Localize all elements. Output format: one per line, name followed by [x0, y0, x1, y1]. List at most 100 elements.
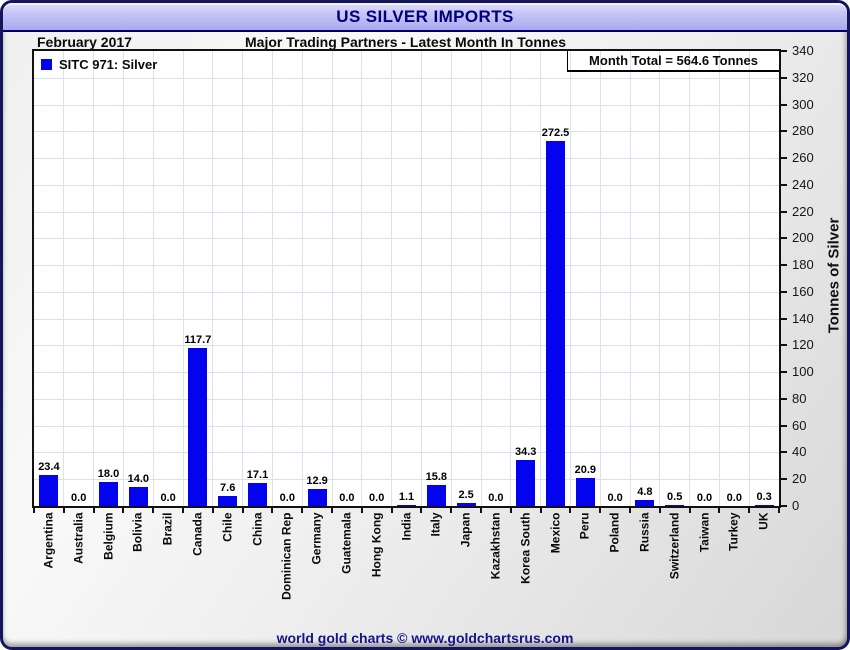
x-axis-tick — [599, 508, 602, 513]
chart-window: US SILVER IMPORTS February 2017 Major Tr… — [0, 0, 850, 650]
y-tick-label: 60 — [792, 417, 807, 433]
bar-value-label: 34.3 — [514, 446, 537, 458]
y-tick-label: 340 — [792, 43, 814, 58]
y-axis-tick — [780, 424, 787, 427]
bar — [575, 478, 595, 506]
v-gridline — [242, 51, 244, 506]
y-tick-label: 220 — [792, 203, 814, 219]
x-axis-tick — [569, 508, 572, 513]
h-gridline — [34, 238, 779, 240]
y-axis-tick — [780, 76, 787, 79]
x-tick-label: Chile — [220, 512, 235, 542]
v-gridline — [599, 51, 601, 506]
y-axis-tick — [780, 317, 787, 320]
y-axis-tick — [780, 451, 787, 454]
x-tick-label: Russia — [637, 512, 652, 552]
bar-value-label: 0.3 — [756, 491, 772, 503]
x-axis-tick — [92, 508, 95, 513]
y-axis-tick — [780, 237, 787, 240]
bar-value-label: 0.0 — [488, 492, 504, 504]
x-tick-label: Belgium — [101, 512, 115, 560]
legend: SITC 971: Silver — [41, 57, 157, 72]
h-gridline — [34, 372, 779, 374]
x-tick-label: Peru — [577, 512, 592, 540]
x-axis-tick — [241, 508, 244, 513]
y-axis-tick — [780, 130, 787, 133]
v-gridline — [659, 51, 661, 506]
v-gridline — [212, 51, 214, 506]
h-gridline — [34, 452, 779, 454]
x-tick-label: Kazakhstan — [488, 512, 503, 580]
bar-value-label: 12.9 — [306, 475, 328, 487]
y-tick-label: 80 — [792, 390, 807, 406]
x-tick-label: UK — [756, 512, 771, 530]
y-axis-tick — [780, 478, 787, 481]
y-tick-label: 120 — [792, 337, 814, 353]
page-title: US SILVER IMPORTS — [336, 7, 514, 26]
h-gridline — [34, 291, 779, 293]
x-axis-tick — [778, 508, 780, 513]
bar — [397, 505, 416, 506]
y-tick-label: 40 — [792, 444, 807, 460]
x-axis-tick — [390, 508, 393, 513]
bar-value-label: 272.5 — [541, 127, 570, 139]
bar — [128, 487, 148, 506]
y-tick-label: 240 — [792, 176, 814, 192]
y-axis-tick — [780, 344, 787, 347]
v-gridline — [93, 51, 95, 506]
bar — [39, 475, 59, 506]
bar-value-label: 17.1 — [246, 469, 269, 481]
bar-value-label: 0.0 — [71, 492, 87, 504]
v-gridline — [391, 51, 393, 506]
y-tick-label: 280 — [792, 123, 814, 139]
x-tick-label: Poland — [607, 512, 622, 553]
x-axis-tick — [748, 508, 751, 513]
x-axis-tick — [33, 508, 35, 513]
v-gridline — [510, 51, 512, 506]
v-gridline — [718, 51, 720, 506]
x-axis-tick — [658, 508, 661, 513]
bar — [665, 505, 685, 506]
v-gridline — [450, 51, 452, 506]
x-axis-tick — [629, 508, 631, 513]
y-tick-label: 180 — [792, 257, 814, 273]
legend-swatch-icon — [41, 59, 52, 70]
y-tick-label: 20 — [792, 471, 807, 487]
x-tick-label: Italy — [428, 512, 443, 537]
h-gridline — [34, 77, 779, 79]
y-tick-label: 300 — [792, 96, 814, 112]
x-axis-tick — [360, 508, 363, 513]
x-axis-tick — [420, 508, 423, 513]
h-gridline — [34, 425, 779, 427]
x-tick-label: Switzerland — [667, 512, 682, 580]
v-gridline — [540, 51, 542, 506]
h-gridline — [34, 104, 779, 106]
x-tick-label: Dominican Rep — [279, 512, 294, 600]
bar — [426, 485, 446, 506]
x-axis-tick — [182, 508, 184, 513]
y-tick-label: 160 — [792, 283, 814, 299]
x-axis-tick — [450, 508, 453, 513]
v-gridline — [331, 51, 333, 506]
footer-credit: world gold charts © www.goldchartsrus.co… — [276, 630, 574, 646]
v-gridline — [748, 51, 750, 506]
y-axis-tick — [780, 290, 787, 293]
x-tick-label: Turkey — [726, 512, 741, 551]
x-tick-label: Taiwan — [697, 512, 711, 553]
bar — [635, 500, 655, 506]
x-axis-tick — [480, 508, 482, 513]
y-tick-label: 0 — [792, 498, 800, 513]
bar — [754, 505, 774, 506]
bar-value-label: 23.4 — [38, 461, 60, 473]
x-tick-label: Guatemala — [339, 512, 354, 574]
y-axis-tick — [780, 264, 787, 267]
y-axis-tick — [780, 50, 787, 52]
bar-value-label: 20.9 — [574, 464, 596, 476]
x-axis-tick — [271, 508, 274, 513]
y-tick-label: 260 — [792, 150, 814, 166]
x-tick-label: Hong Kong — [369, 512, 384, 578]
x-axis-tick — [62, 508, 65, 513]
x-tick-label: China — [250, 512, 264, 546]
y-tick-label: 200 — [792, 230, 814, 246]
y-axis-tick — [780, 157, 787, 160]
